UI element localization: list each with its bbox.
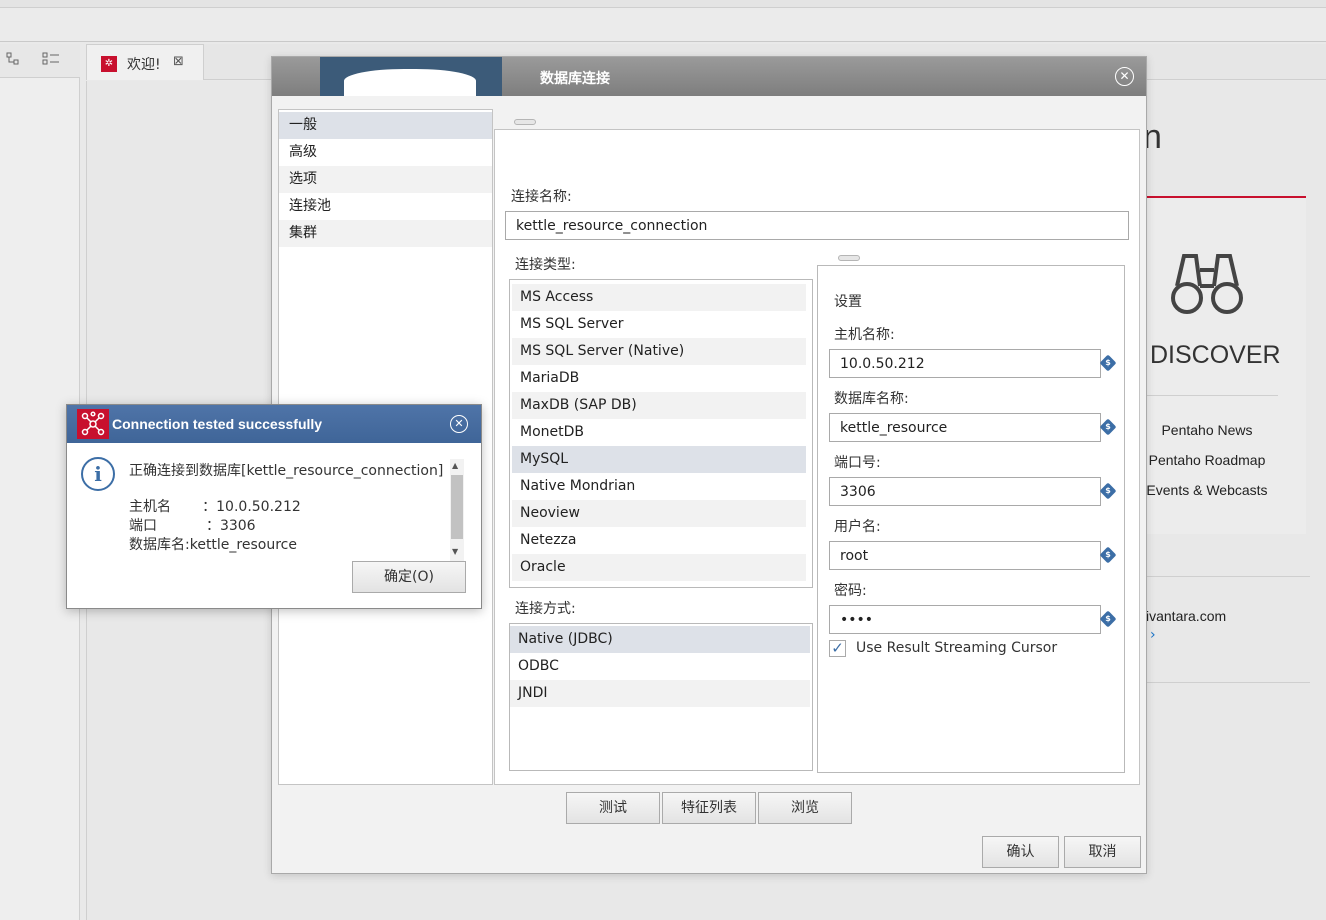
toolbar [0,8,1326,42]
tree-view-icon[interactable] [6,52,20,70]
category-general[interactable]: 一般 [279,112,492,139]
info-icon: i [81,457,115,491]
streaming-cursor-checkbox[interactable]: ✓ [829,640,846,657]
category-options[interactable]: 选项 [279,166,492,193]
connection-tested-dialog: Connection tested successfully ✕ i 正确连接到… [66,404,482,609]
list-item[interactable]: MaxDB (SAP DB) [512,392,806,419]
settings-tab-handle [838,255,860,261]
settings-title: 设置 [834,294,862,310]
list-item[interactable]: Netezza [512,527,806,554]
message-titlebar: Connection tested successfully ✕ [67,405,481,443]
username-label: 用户名: [834,519,881,535]
scroll-down-icon[interactable]: ▼ [452,547,458,556]
category-advanced[interactable]: 高级 [279,139,492,166]
discover-title: DISCOVER [1150,341,1281,369]
port-label: 端口号: [834,455,881,471]
explore-button[interactable]: 浏览 [758,792,852,824]
message-title: Connection tested successfully [112,416,323,432]
close-icon[interactable]: ✕ [1115,67,1134,86]
dbname-label: 数据库名称: [834,391,909,407]
feature-list-button[interactable]: 特征列表 [662,792,756,824]
connection-type-list: MS Access MS SQL Server MS SQL Server (N… [509,279,813,588]
category-clustering[interactable]: 集群 [279,220,492,247]
message-scrollbar[interactable]: ▲ ▼ [450,459,464,561]
close-icon[interactable]: ✕ [450,415,468,433]
list-item[interactable]: MS Access [512,284,806,311]
port-input[interactable]: 3306 [829,477,1101,506]
dialog-title: 数据库连接 [540,71,610,87]
link-pentaho-news[interactable]: Pentaho News [1140,422,1274,438]
test-button[interactable]: 测试 [566,792,660,824]
banner-shape [344,69,476,96]
link-events-webcasts[interactable]: Events & Webcasts [1140,482,1274,498]
list-item[interactable]: MonetDB [512,419,806,446]
password-label: 密码: [834,583,867,599]
connection-name-label: 连接名称: [511,189,572,205]
message-line-host: 主机名 ：10.0.50.212 [129,499,301,515]
access-label: 连接方式: [515,601,576,617]
password-input[interactable]: •••• [829,605,1101,634]
streaming-cursor-label: Use Result Streaming Cursor [856,640,1058,656]
tab-welcome[interactable]: ✲ 欢迎! ⊠ [86,44,204,80]
tab-welcome-label: 欢迎! [127,57,161,73]
host-label: 主机名称: [834,327,895,343]
cancel-button[interactable]: 取消 [1064,836,1141,868]
message-line-dbname: 数据库名:kettle_resource [129,537,297,553]
dialog-banner [320,57,502,96]
category-pooling[interactable]: 连接池 [279,193,492,220]
divider [1140,576,1310,577]
list-item-selected[interactable]: MySQL [512,446,806,473]
list-item[interactable]: Native Mondrian [512,473,806,500]
list-item[interactable]: Neoview [512,500,806,527]
list-item[interactable]: Oracle [512,554,806,581]
list-item[interactable]: MS SQL Server (Native) [512,338,806,365]
scrollbar-thumb[interactable] [451,475,463,539]
list-item[interactable]: MS SQL Server [512,311,806,338]
message-line-port: 端口 ：3306 [129,518,256,534]
connection-name-input[interactable]: kettle_resource_connection [505,211,1129,240]
variable-icon[interactable]: $ [1099,418,1117,436]
pentaho-tab-icon: ✲ [101,56,117,72]
settings-panel: 设置 主机名称: 10.0.50.212 $ 数据库名称: kettle_res… [817,265,1125,773]
tab-close-icon[interactable]: ⊠ [173,54,184,69]
dialog-titlebar: 数据库连接 ✕ [272,57,1146,96]
connection-type-label: 连接类型: [515,257,576,273]
dbname-input[interactable]: kettle_resource [829,413,1101,442]
list-item-selected[interactable]: Native (JDBC) [510,626,810,653]
list-view-icon[interactable] [42,52,60,70]
variable-icon[interactable]: $ [1099,610,1117,628]
confirm-button[interactable]: 确定(O) [352,561,466,593]
hitachi-link[interactable]: ivantara.com [1146,608,1226,624]
ok-button[interactable]: 确认 [982,836,1059,868]
divider [1144,395,1278,396]
host-input[interactable]: 10.0.50.212 [829,349,1101,378]
list-item[interactable]: MariaDB [512,365,806,392]
list-item[interactable]: JNDI [510,680,810,707]
message-line-1: 正确连接到数据库[kettle_resource_connection] [129,463,444,479]
top-strip [0,0,1326,8]
access-method-list: Native (JDBC) ODBC JNDI [509,623,813,771]
variable-icon[interactable]: $ [1099,482,1117,500]
username-input[interactable]: root [829,541,1101,570]
pentaho-logo-icon [77,409,109,439]
chevron-right-icon[interactable]: › [1150,627,1156,643]
left-panel-header [0,44,80,78]
list-item[interactable]: ODBC [510,653,810,680]
variable-icon[interactable]: $ [1099,354,1117,372]
scroll-up-icon[interactable]: ▲ [452,461,458,470]
panel-tab-handle [514,119,536,125]
divider [1140,682,1310,683]
variable-icon[interactable]: $ [1099,546,1117,564]
binoculars-icon [1171,254,1243,314]
link-pentaho-roadmap[interactable]: Pentaho Roadmap [1140,452,1274,468]
